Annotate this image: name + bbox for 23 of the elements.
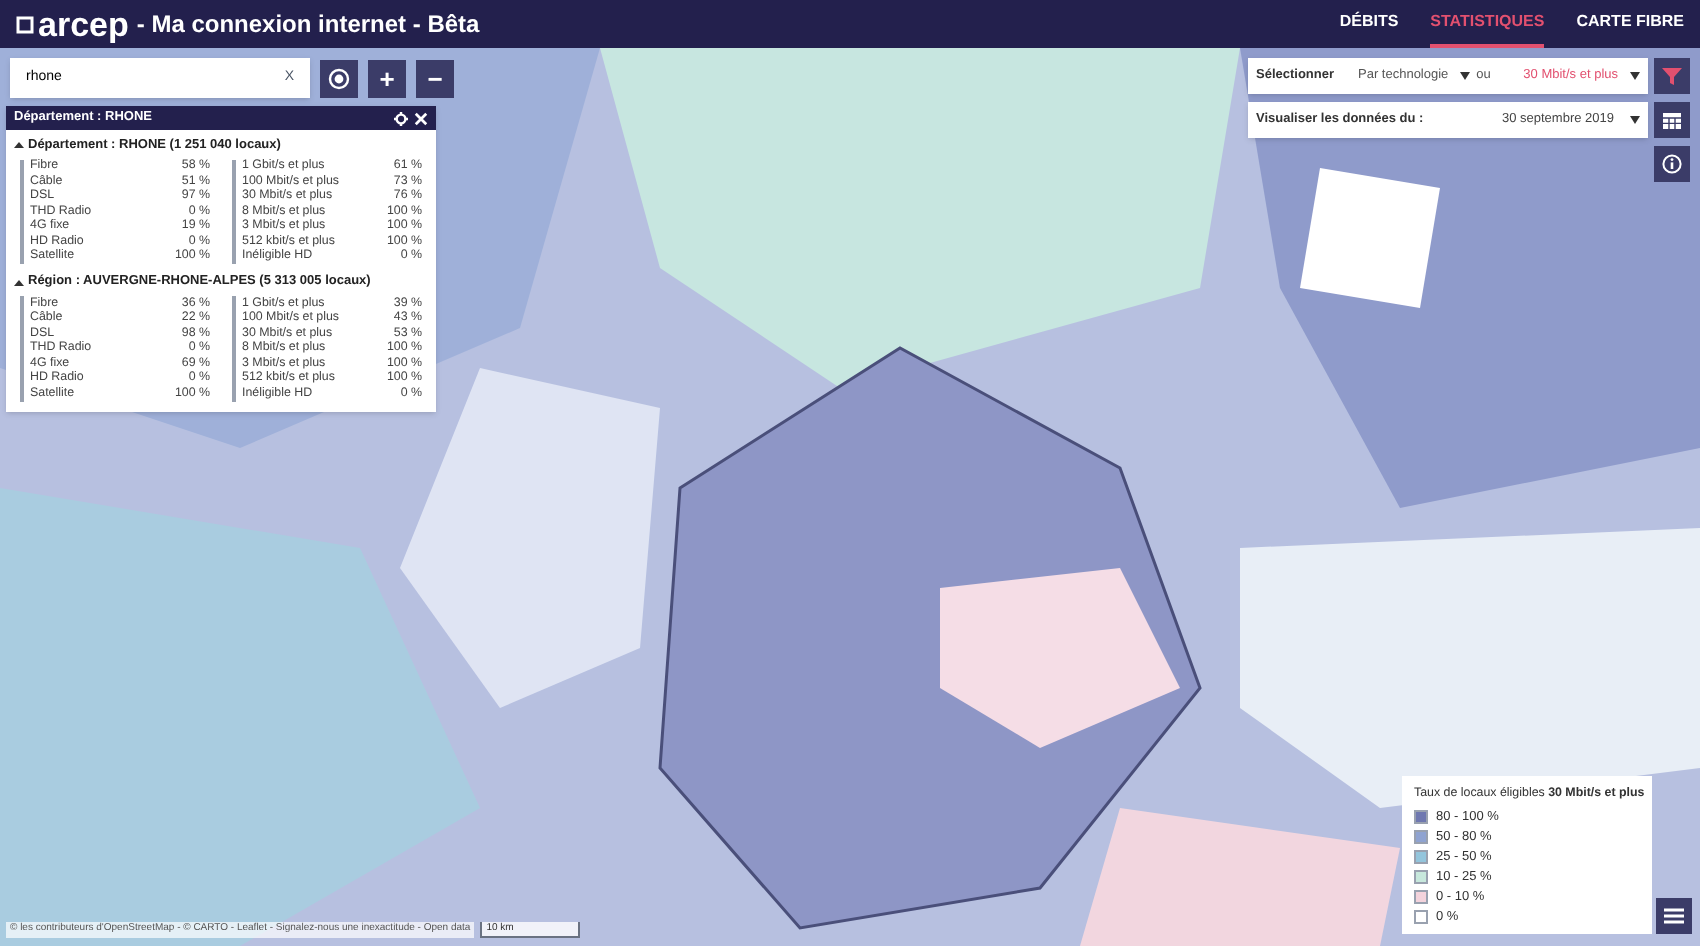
funnel-icon — [1662, 66, 1682, 86]
list-icon — [1664, 908, 1684, 924]
collapse-triangle-icon[interactable] — [14, 277, 24, 288]
collapse-triangle-icon[interactable] — [14, 140, 24, 151]
info-button[interactable] — [1654, 146, 1690, 182]
nav-tab[interactable]: CARTE FIBRE — [1576, 0, 1684, 48]
legend-button[interactable] — [1656, 898, 1692, 934]
nav-tab[interactable]: DÉBITS — [1339, 0, 1399, 48]
caret-icon — [1630, 72, 1640, 80]
target-icon — [328, 67, 350, 89]
app-title: - Ma connexion internet - Bêta — [136, 8, 480, 42]
calendar-icon — [1662, 110, 1682, 130]
caret-icon — [1460, 72, 1471, 80]
close-icon[interactable] — [414, 111, 428, 125]
zoom-in-button[interactable]: + — [368, 59, 406, 97]
locate-button[interactable] — [320, 59, 358, 97]
info-icon — [1662, 154, 1682, 174]
logo-text: arcep — [38, 7, 129, 41]
caret-icon — [1630, 116, 1640, 124]
zoom-out-button[interactable]: − — [416, 59, 454, 97]
settings-icon[interactable] — [394, 111, 408, 125]
calendar-button[interactable] — [1654, 102, 1690, 138]
logo-square-icon — [16, 15, 34, 33]
